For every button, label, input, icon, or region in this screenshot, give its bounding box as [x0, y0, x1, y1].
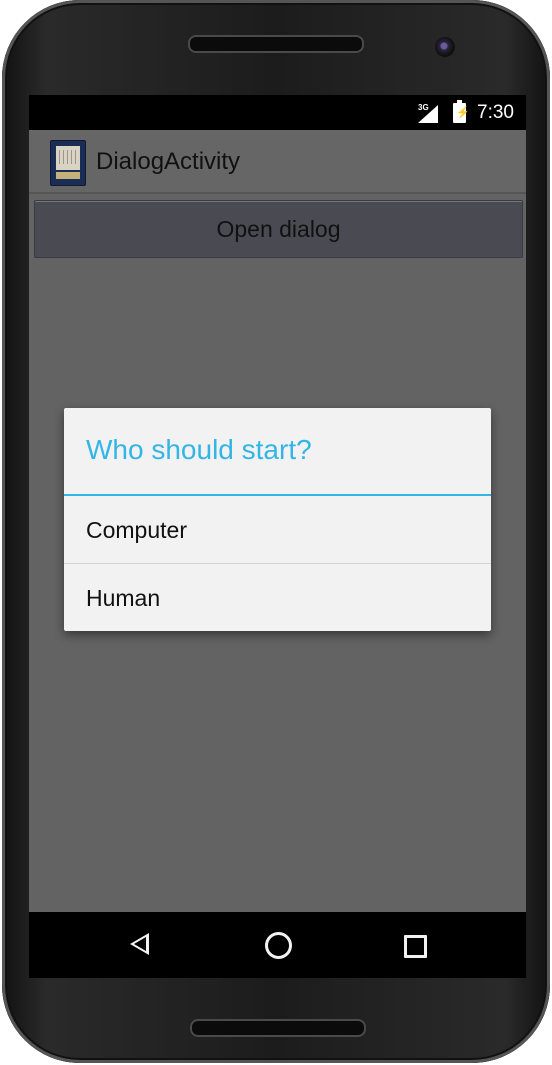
front-camera — [435, 37, 455, 57]
dialog-item-human[interactable]: Human — [64, 564, 491, 631]
phone-frame: 3G ⚡ 7:30 DialogActivity Open dialog Who… — [2, 0, 550, 1063]
recents-icon[interactable] — [404, 935, 427, 958]
open-dialog-button[interactable]: Open dialog — [34, 200, 523, 258]
network-type: 3G — [418, 103, 429, 112]
dialog-item-label: Computer — [86, 517, 187, 543]
app-content: DialogActivity Open dialog Who should st… — [29, 130, 526, 912]
device-screen: 3G ⚡ 7:30 DialogActivity Open dialog Who… — [29, 95, 526, 978]
status-time: 7:30 — [477, 102, 514, 123]
action-bar: DialogActivity — [29, 130, 526, 194]
app-title: DialogActivity — [96, 148, 241, 175]
top-speaker — [188, 35, 364, 53]
status-bar: 3G ⚡ 7:30 — [29, 95, 526, 130]
choice-dialog: Who should start? Computer Human — [64, 408, 491, 631]
bottom-speaker — [190, 1019, 366, 1037]
dialog-title: Who should start? — [86, 434, 312, 465]
home-icon[interactable] — [265, 932, 292, 959]
back-icon[interactable] — [130, 933, 149, 955]
app-icon — [50, 140, 86, 186]
dialog-item-computer[interactable]: Computer — [64, 496, 491, 564]
dialog-item-label: Human — [86, 585, 161, 611]
navigation-bar — [29, 912, 526, 978]
charging-icon: ⚡ — [456, 107, 470, 119]
battery-icon: ⚡ — [453, 100, 470, 123]
